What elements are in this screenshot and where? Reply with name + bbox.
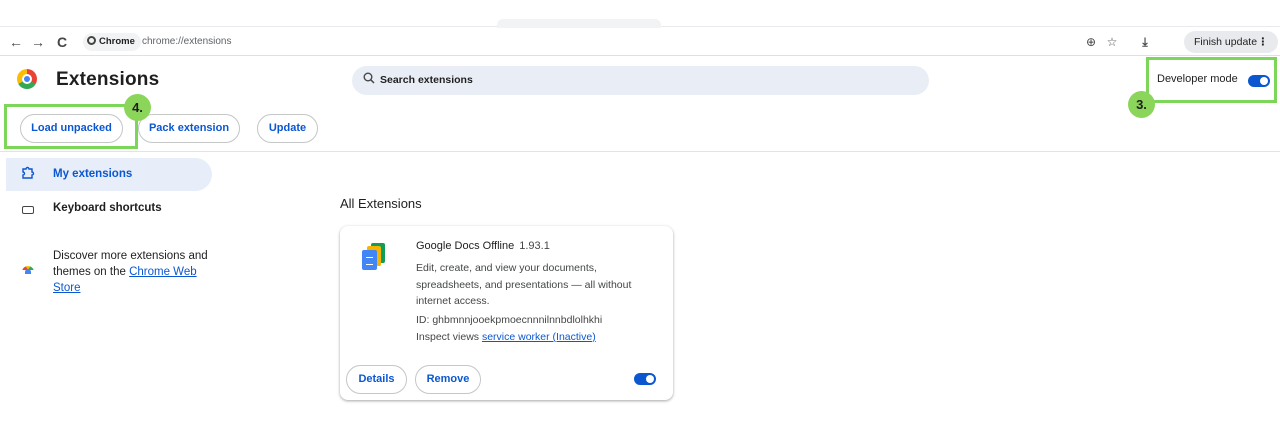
google-docs-icon bbox=[362, 243, 388, 271]
inspect-views: Inspect views service worker (Inactive) bbox=[416, 331, 596, 343]
details-button[interactable]: Details bbox=[346, 365, 407, 394]
sidebar-item-label: My extensions bbox=[53, 168, 133, 180]
sidebar-item-label: Keyboard shortcuts bbox=[53, 202, 162, 214]
zoom-icon[interactable]: ⊕ bbox=[1081, 32, 1101, 52]
extension-name: Google Docs Offline bbox=[416, 240, 515, 252]
browser-toolbar: ← → C Chrome chrome://extensions ⊕ ☆ ⤓ F… bbox=[0, 28, 1280, 56]
search-bar[interactable]: Search extensions bbox=[352, 66, 929, 95]
pack-extension-button[interactable]: Pack extension bbox=[138, 114, 240, 143]
remove-button[interactable]: Remove bbox=[415, 365, 481, 394]
chrome-icon bbox=[87, 36, 96, 45]
section-title: All Extensions bbox=[340, 196, 422, 211]
discover-text: Discover more extensions and themes on t… bbox=[53, 248, 213, 296]
service-worker-link[interactable]: service worker (Inactive) bbox=[482, 331, 596, 343]
chrome-logo-icon bbox=[17, 69, 37, 89]
finish-update-label: Finish update bbox=[1194, 36, 1258, 48]
puzzle-icon bbox=[20, 158, 36, 191]
annotation-highlight-developer-mode bbox=[1146, 57, 1277, 103]
annotation-badge-4: 4. bbox=[124, 94, 151, 121]
extension-version: 1.93.1 bbox=[519, 240, 550, 252]
extension-id: ID: ghbmnnjooekpmoecnnnilnnbdlolhkhi bbox=[416, 314, 603, 326]
extension-description: Edit, create, and view your documents, s… bbox=[416, 262, 632, 307]
extension-card: Google Docs Offline 1.93.1 Edit, create, … bbox=[340, 226, 673, 400]
bookmark-star-icon[interactable]: ☆ bbox=[1102, 32, 1122, 52]
annotation-highlight-load-unpacked bbox=[4, 104, 138, 149]
profile-avatar[interactable] bbox=[1160, 33, 1178, 51]
site-chip[interactable]: Chrome bbox=[83, 33, 141, 51]
web-store-icon bbox=[22, 266, 34, 274]
finish-update-button[interactable]: Finish update ⋮ bbox=[1184, 31, 1278, 53]
keyboard-icon bbox=[20, 192, 36, 225]
page-title: Extensions bbox=[56, 69, 160, 90]
extension-name-row: Google Docs Offline 1.93.1 bbox=[416, 240, 550, 252]
inspect-label: Inspect views bbox=[416, 331, 482, 343]
download-icon[interactable]: ⤓ bbox=[1135, 32, 1155, 52]
extension-enable-toggle[interactable] bbox=[634, 373, 656, 385]
sidebar: My extensions Keyboard shortcuts Discove… bbox=[0, 152, 300, 430]
site-chip-label: Chrome bbox=[99, 36, 135, 47]
extensions-header: Extensions Search extensions Developer m… bbox=[0, 57, 1280, 152]
update-button[interactable]: Update bbox=[257, 114, 318, 143]
back-button[interactable]: ← bbox=[6, 32, 26, 52]
address-bar[interactable]: Chrome chrome://extensions bbox=[80, 32, 1100, 52]
menu-dots-icon[interactable]: ⋮ bbox=[1258, 31, 1269, 53]
sidebar-item-keyboard-shortcuts[interactable]: Keyboard shortcuts bbox=[6, 192, 212, 225]
search-icon bbox=[363, 72, 375, 87]
url-text[interactable]: chrome://extensions bbox=[142, 32, 232, 52]
reload-button[interactable]: C bbox=[52, 32, 72, 52]
forward-button[interactable]: → bbox=[28, 32, 48, 52]
tab-strip bbox=[0, 0, 1280, 28]
active-tab[interactable] bbox=[497, 19, 661, 28]
search-input[interactable]: Search extensions bbox=[380, 66, 473, 95]
sidebar-item-my-extensions[interactable]: My extensions bbox=[6, 158, 212, 191]
annotation-badge-3: 3. bbox=[1128, 91, 1155, 118]
